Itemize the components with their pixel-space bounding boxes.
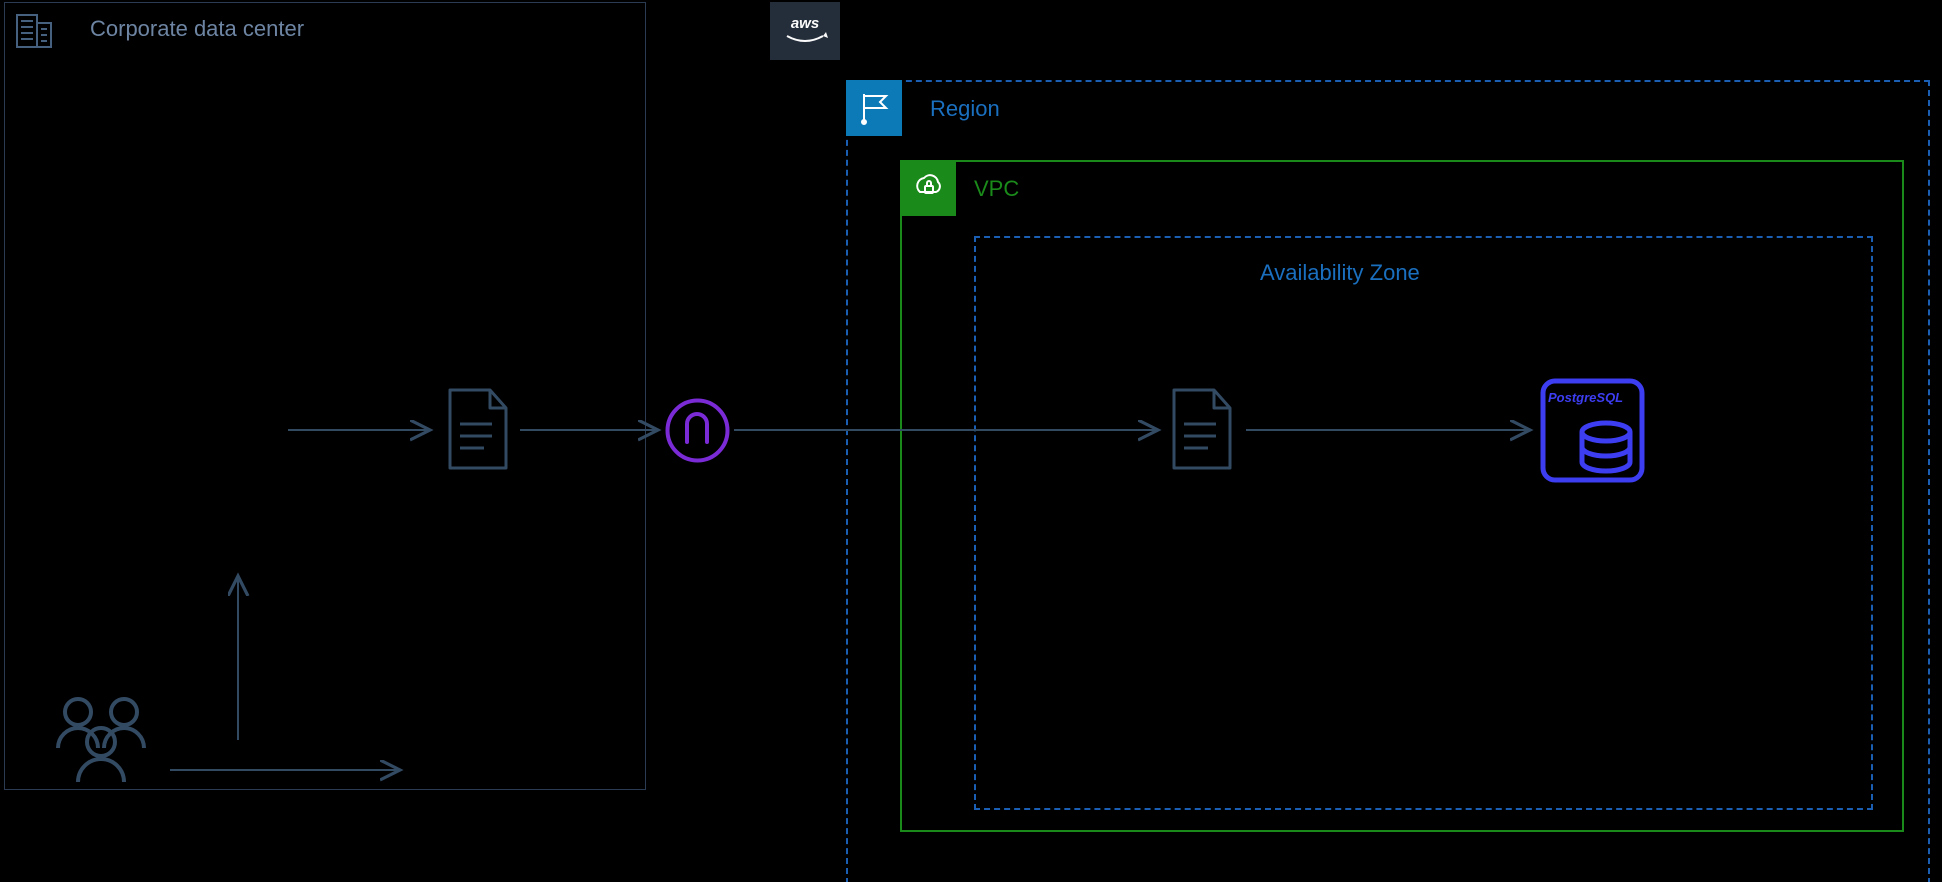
- corporate-data-center-box: [4, 2, 646, 790]
- availability-zone-box: [974, 236, 1873, 810]
- transfer-service-icon: [665, 398, 730, 463]
- document-icon: [444, 386, 514, 472]
- vpc-label: VPC: [974, 176, 1019, 202]
- document-icon: [1168, 386, 1238, 472]
- aws-text: aws: [791, 15, 819, 32]
- postgresql-label: PostgreSQL: [1548, 390, 1623, 405]
- region-flag-icon: [846, 80, 902, 136]
- availability-zone-label: Availability Zone: [1260, 260, 1420, 286]
- building-icon: [4, 2, 64, 58]
- users-icon: [48, 690, 158, 790]
- architecture-diagram: Corporate data center aws Region: [0, 0, 1942, 882]
- vpc-cloud-icon: [900, 160, 956, 216]
- region-label: Region: [930, 96, 1000, 122]
- corporate-data-center-label: Corporate data center: [90, 16, 304, 42]
- aws-cloud-icon: aws: [770, 2, 840, 60]
